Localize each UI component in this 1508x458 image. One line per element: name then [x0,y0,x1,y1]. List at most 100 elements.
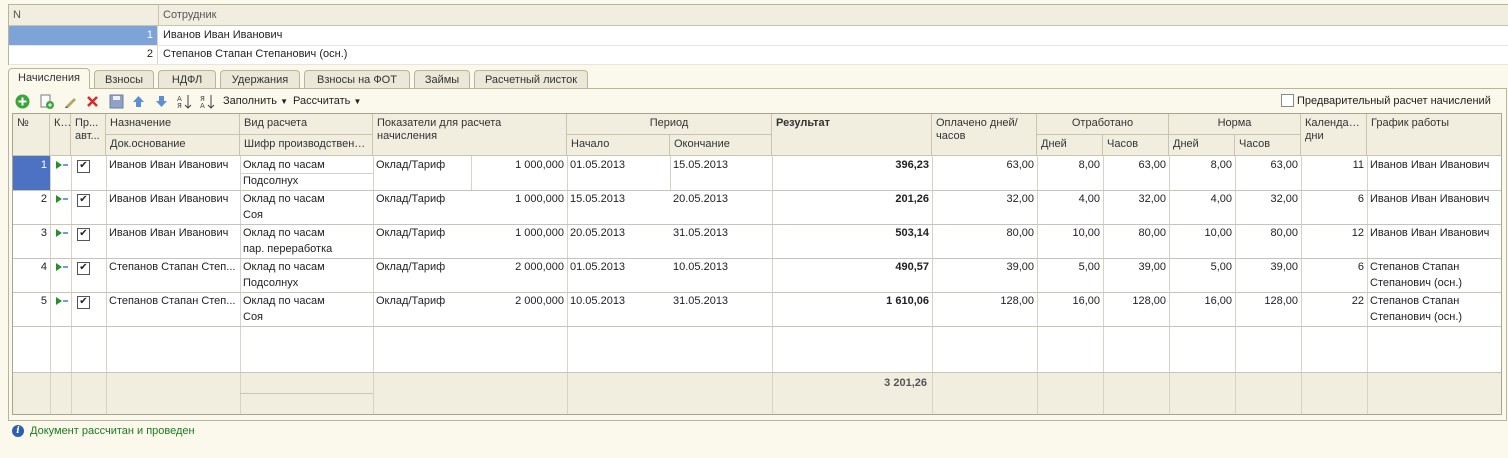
row-worked-days-cell[interactable]: 5,00 [1037,259,1103,276]
col-header-paid[interactable]: Оплачено дней/часов [932,114,1037,156]
row-worked-hours-cell[interactable]: 32,00 [1103,191,1169,208]
row-purpose-cell[interactable]: Иванов Иван Иванович [106,225,240,242]
col-header-norm-hours[interactable]: Часов [1235,135,1301,156]
col-header-worked-days[interactable]: Дней [1037,135,1103,156]
col-header-worked[interactable]: Отработано [1037,114,1169,135]
col-header-prod-code[interactable]: Шифр производственн... [240,135,373,156]
row-worked-hours-cell[interactable]: 63,00 [1103,157,1169,174]
tab-raschetny-listok[interactable]: Расчетный листок [474,70,588,88]
tab-ndfl[interactable]: НДФЛ [158,70,216,88]
row-norm-days-cell[interactable]: 5,00 [1169,259,1235,276]
row-auto-checkbox[interactable]: ✔ [77,262,90,275]
row-purpose-cell[interactable]: Иванов Иван Иванович [106,191,240,208]
tab-zaymy[interactable]: Займы [414,70,470,88]
row-schedule-cell[interactable]: Иванов Иван Иванович [1367,225,1501,242]
row-result-cell[interactable]: 396,23 [772,157,932,174]
row-paid-cell[interactable]: 80,00 [932,225,1037,242]
row-calc-type-cell[interactable]: Оклад по часам [240,225,373,242]
checkbox-box[interactable] [1281,94,1294,107]
row-calendar-cell[interactable]: 11 [1301,157,1367,174]
row-schedule-cell[interactable]: Иванов Иван Иванович [1367,157,1501,174]
col-header-purpose[interactable]: Назначение [106,114,240,135]
row-schedule-cell[interactable]: Иванов Иван Иванович [1367,191,1501,208]
row-indicator-value-cell[interactable]: 1 000,000 [471,191,567,208]
row-auto-checkbox[interactable]: ✔ [77,194,90,207]
row-indicator-cell[interactable]: Оклад/Тариф [373,191,471,208]
precalc-checkbox[interactable]: Предварительный расчет начислений [1281,94,1491,107]
row-calendar-cell[interactable]: 12 [1301,225,1367,242]
row-paid-cell[interactable]: 63,00 [932,157,1037,174]
col-header-result[interactable]: Результат [772,114,932,156]
col-header-end[interactable]: Окончание [670,135,772,156]
col-header-k[interactable]: К... [50,114,71,156]
copy-icon[interactable] [38,93,54,109]
row-norm-hours-cell[interactable]: 128,00 [1235,293,1301,310]
col-header-auto[interactable]: Пр... авт... [71,114,106,156]
row-norm-days-cell[interactable]: 10,00 [1169,225,1235,242]
employee-row[interactable]: 1 Иванов Иван Иванович [9,26,1508,46]
row-calc-type-cell[interactable]: Оклад по часам [240,293,373,310]
row-norm-hours-cell[interactable]: 32,00 [1235,191,1301,208]
row-prod-code-cell[interactable]: пар. переработка [240,241,373,258]
col-header-period[interactable]: Период [567,114,772,135]
row-worked-days-cell[interactable]: 10,00 [1037,225,1103,242]
row-end-cell[interactable]: 31.05.2013 [670,225,772,242]
fill-button[interactable]: Заполнить ▼ [223,95,288,107]
row-purpose-cell[interactable]: Иванов Иван Иванович [106,157,240,174]
row-result-cell[interactable]: 1 610,06 [772,293,932,310]
row-norm-days-cell[interactable]: 4,00 [1169,191,1235,208]
row-paid-cell[interactable]: 32,00 [932,191,1037,208]
save-icon[interactable] [108,93,124,109]
col-header-calc-type[interactable]: Вид расчета [240,114,373,135]
edit-icon[interactable] [62,93,78,109]
row-num-cell[interactable]: 4 [13,259,50,276]
row-auto-checkbox[interactable]: ✔ [77,296,90,309]
row-calendar-cell[interactable]: 6 [1301,191,1367,208]
row-norm-days-cell[interactable]: 8,00 [1169,157,1235,174]
row-schedule-cell-line2[interactable]: Степанович (осн.) [1367,309,1501,326]
add-icon[interactable] [14,93,30,109]
row-worked-days-cell[interactable]: 4,00 [1037,191,1103,208]
row-end-cell[interactable]: 10.05.2013 [670,259,772,276]
row-norm-days-cell[interactable]: 16,00 [1169,293,1235,310]
row-worked-days-cell[interactable]: 8,00 [1037,157,1103,174]
row-num-cell[interactable]: 2 [13,191,50,208]
row-indicator-cell[interactable]: Оклад/Тариф [373,225,471,242]
col-header-calendar[interactable]: Календар... дни [1301,114,1367,156]
row-calc-type-cell[interactable]: Оклад по часам [240,259,373,276]
row-indicator-value-cell[interactable]: 2 000,000 [471,293,567,310]
col-header-start[interactable]: Начало [567,135,670,156]
move-down-icon[interactable] [153,93,169,109]
row-indicator-value-cell[interactable]: 1 000,000 [471,225,567,242]
move-up-icon[interactable] [130,93,146,109]
row-schedule-cell[interactable]: Степанов Стапан [1367,259,1501,276]
tab-vznosy-fot[interactable]: Взносы на ФОТ [304,70,410,88]
row-num-cell[interactable]: 3 [13,225,50,242]
col-header-indicators[interactable]: Показатели для расчета начисления [373,114,567,156]
row-calendar-cell[interactable]: 22 [1301,293,1367,310]
row-prod-code-cell[interactable]: Соя [240,207,373,224]
tab-vznosy[interactable]: Взносы [94,70,154,88]
row-prod-code-cell[interactable]: Подсолнух [240,173,373,190]
sort-desc-icon[interactable]: ЯA [199,93,215,109]
row-indicator-value-cell[interactable]: 1 000,000 [471,157,567,174]
col-header-norm-days[interactable]: Дней [1169,135,1235,156]
tab-nachisleniya[interactable]: Начисления [8,68,90,89]
col-header-schedule[interactable]: График работы [1367,114,1501,156]
row-result-cell[interactable]: 503,14 [772,225,932,242]
row-result-cell[interactable]: 490,57 [772,259,932,276]
tab-uderzhaniya[interactable]: Удержания [220,70,300,88]
row-indicator-cell[interactable]: Оклад/Тариф [373,157,471,174]
row-paid-cell[interactable]: 39,00 [932,259,1037,276]
col-header-worked-hours[interactable]: Часов [1103,135,1169,156]
row-num-cell[interactable]: 5 [13,293,50,310]
row-norm-hours-cell[interactable]: 63,00 [1235,157,1301,174]
row-start-cell[interactable]: 01.05.2013 [567,259,670,276]
row-start-cell[interactable]: 10.05.2013 [567,293,670,310]
row-end-cell[interactable]: 15.05.2013 [670,157,772,174]
row-worked-hours-cell[interactable]: 39,00 [1103,259,1169,276]
row-norm-hours-cell[interactable]: 39,00 [1235,259,1301,276]
row-worked-hours-cell[interactable]: 128,00 [1103,293,1169,310]
row-worked-hours-cell[interactable]: 80,00 [1103,225,1169,242]
row-prod-code-cell[interactable]: Подсолнух [240,275,373,292]
